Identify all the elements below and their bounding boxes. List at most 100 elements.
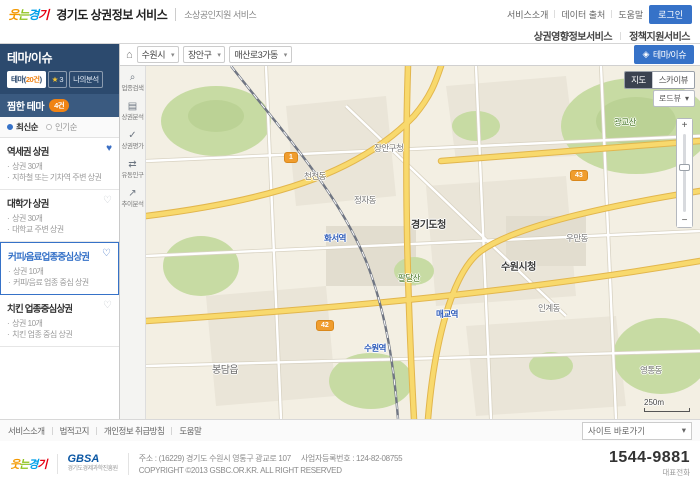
top-header: 웃는경기 경기도 상권정보 서비스 소상공인지원 서비스 서비스소개 데이터 출… — [0, 0, 700, 28]
map-view-button[interactable]: 지도 — [625, 72, 652, 88]
gyeonggi-logo[interactable]: 웃는경기 — [8, 6, 48, 23]
tool-trend-analysis[interactable]: ↗ 추이분석 — [120, 188, 145, 208]
zoom-handle[interactable] — [679, 164, 690, 171]
heart-icon[interactable]: ♥ — [106, 144, 112, 154]
page-title: 경기도 상권정보 서비스 — [56, 6, 167, 23]
map-label-maegyo-station: 매교역 — [436, 308, 458, 320]
pinned-themes-header: 찜한 테마 4건 — [0, 94, 119, 117]
footer-link-service[interactable]: 서비스소개 — [8, 425, 45, 437]
map-label-gwanggyosan: 광교산 — [614, 116, 636, 128]
link-data-source[interactable]: 데이터 출처 — [561, 8, 605, 21]
flow-icon: ⇄ — [128, 159, 136, 171]
tool-district-analysis[interactable]: ▤ 상권분석 — [120, 101, 145, 121]
map-label-city-hall: 수원시청 — [501, 258, 536, 273]
route-badge: 1 — [284, 152, 298, 163]
theme-card-coffee[interactable]: 커피/음료업종중심상권 ♡ ·상권 10개 ·커피/음료 업종 중심 상권 — [0, 242, 119, 295]
chevron-down-icon: ▾ — [685, 94, 689, 103]
check-icon: ✓ — [128, 130, 136, 142]
map-label-gu-office: 장안구청 — [374, 142, 403, 154]
map-canvas[interactable]: 경기도청 수원시청 장안구청 화서역 수원역 매교역 봉담읍 팔달산 광교산 천… — [146, 66, 700, 419]
divider — [171, 427, 172, 435]
map-label-yeongtong: 영통동 — [640, 364, 662, 376]
tab-my-analysis[interactable]: 나의분석 — [69, 71, 103, 88]
footer-phone: 1544-9881 대표전화 — [609, 449, 690, 478]
sidebar-title: 테마/이슈 — [7, 49, 112, 66]
region-select-gu[interactable]: 장안구 ▾ — [183, 46, 225, 63]
zoom-out-button[interactable]: − — [677, 214, 692, 227]
tab-favorites[interactable]: ★ 3 — [48, 71, 68, 88]
app-window: 웃는경기 경기도 상권정보 서비스 소상공인지원 서비스 서비스소개 데이터 출… — [0, 0, 700, 486]
link-help[interactable]: 도움말 — [618, 8, 643, 21]
search-icon: ⌕ — [130, 72, 136, 84]
theme-sidebar: 테마/이슈 테마(20건) ★ 3 나의분석 찜한 테마 4건 — [0, 44, 120, 419]
map-label-suwon-station: 수원역 — [364, 342, 386, 354]
zoom-control: + − — [676, 118, 693, 228]
footer-info: 주소 : (16229) 경기도 수원시 영통구 광교로 107 사업자등록번호… — [128, 453, 403, 475]
nav-impact-service[interactable]: 상권영향정보서비스 — [534, 28, 612, 43]
tool-iconbar: ⌕ 업종검색 ▤ 상권분석 ✓ 상권평가 ⇄ 유동인구 — [120, 66, 146, 419]
zoom-in-button[interactable]: + — [677, 119, 692, 132]
theme-list: 역세권 상권 ♥ ·상권 30개 ·지하철 또는 기차역 주변 상권 대학가 상… — [0, 138, 119, 419]
trend-icon: ↗ — [128, 188, 136, 200]
tab-theme[interactable]: 테마(20건) — [7, 71, 46, 88]
footer-link-privacy[interactable]: 개인정보 취급방침 — [104, 425, 164, 437]
nav-policy-service[interactable]: 정책지원서비스 — [629, 28, 690, 43]
footer-link-legal[interactable]: 법적고지 — [60, 425, 89, 437]
theme-issue-button[interactable]: ◈ 테마/이슈 — [634, 45, 694, 64]
map-toolbar: ⌂ 수원시 ▾ 장안구 ▾ 매산로3가동 ▾ ◈ 테마/이슈 — [120, 44, 700, 66]
login-button[interactable]: 로그인 — [649, 5, 692, 24]
zoom-track[interactable] — [683, 134, 686, 212]
map-label-jeongja: 정자동 — [354, 194, 376, 206]
tool-foot-traffic[interactable]: ⇄ 유동인구 — [120, 159, 145, 179]
divider — [96, 427, 97, 435]
map-label-paldalsan: 팔달산 — [398, 272, 420, 284]
route-badge: 43 — [570, 170, 588, 181]
divider — [52, 427, 53, 435]
chevron-down-icon: ▾ — [171, 51, 174, 59]
theme-card-station-area[interactable]: 역세권 상권 ♥ ·상권 30개 ·지하철 또는 기차역 주변 상권 — [0, 138, 119, 190]
heart-outline-icon[interactable]: ♡ — [102, 249, 111, 259]
link-service-intro[interactable]: 서비스소개 — [507, 8, 548, 21]
header-utility: 서비스소개 데이터 출처 도움말 로그인 — [507, 5, 692, 24]
divider — [554, 10, 555, 18]
main-area: 테마/이슈 테마(20건) ★ 3 나의분석 찜한 테마 4건 — [0, 44, 700, 419]
site-shortcut-select[interactable]: 사이트 바로가기 ▾ — [582, 422, 692, 440]
theme-card-university[interactable]: 대학가 상권 ♡ ·상권 30개 ·대학교 주변 상권 — [0, 190, 119, 242]
map-type-toggle: 지도 스카이뷰 — [624, 71, 695, 89]
skyview-button[interactable]: 스카이뷰 — [652, 72, 694, 88]
heart-outline-icon[interactable]: ♡ — [103, 196, 112, 206]
chevron-down-icon: ▾ — [217, 51, 220, 59]
roadview-button[interactable]: 로드뷰 ▾ — [653, 90, 695, 107]
map-label-hwaseo-station: 화서역 — [324, 232, 346, 244]
footer-link-help[interactable]: 도움말 — [179, 425, 201, 437]
home-icon[interactable]: ⌂ — [126, 49, 133, 61]
theme-icon: ◈ — [642, 49, 648, 60]
gyeonggi-footer-logo: 웃는경기 — [10, 456, 47, 472]
footer-address: 주소 : (16229) 경기도 수원시 영통구 광교로 107 — [139, 453, 291, 464]
theme-card-chicken[interactable]: 치킨 업종중심상권 ♡ ·상권 10개 ·치킨 업종 중심 상권 — [0, 295, 119, 347]
heart-outline-icon[interactable]: ♡ — [103, 301, 112, 311]
footer: 웃는경기 GBSA 경기도경제과학진흥원 주소 : (16229) 경기도 수원… — [0, 441, 700, 486]
page-subtitle: 소상공인지원 서비스 — [175, 8, 256, 21]
radio-icon — [46, 124, 52, 130]
map-scale: 250m — [644, 398, 690, 412]
divider — [620, 32, 621, 40]
count-badge: 4건 — [49, 99, 69, 112]
divider — [611, 10, 612, 18]
region-select-dong[interactable]: 매산로3가동 ▾ — [229, 46, 291, 63]
map-label-bongdam: 봉담읍 — [212, 361, 238, 376]
sub-footer: 서비스소개 법적고지 개인정보 취급방침 도움말 사이트 바로가기 ▾ — [0, 419, 700, 441]
sort-popular[interactable]: 인기순 — [46, 121, 77, 133]
star-icon: ★ — [52, 75, 58, 84]
sort-recent[interactable]: 최신순 — [7, 121, 38, 133]
tool-district-evaluation[interactable]: ✓ 상권평가 — [120, 130, 145, 150]
phone-number: 1544-9881 — [609, 449, 690, 467]
region-select-si[interactable]: 수원시 ▾ — [137, 46, 179, 63]
footer-copyright: COPYRIGHT ©2013 GSBC.OR.KR. ALL RIGHT RE… — [139, 466, 342, 475]
map-label-ingye: 인계동 — [538, 302, 560, 314]
phone-label: 대표전화 — [609, 467, 690, 478]
gbsa-logo: GBSA 경기도경제과학진흥원 — [57, 454, 118, 474]
sort-bar: 최신순 인기순 — [0, 117, 119, 138]
tool-industry-search[interactable]: ⌕ 업종검색 — [120, 72, 145, 92]
sidebar-header: 테마/이슈 테마(20건) ★ 3 나의분석 — [0, 44, 119, 94]
